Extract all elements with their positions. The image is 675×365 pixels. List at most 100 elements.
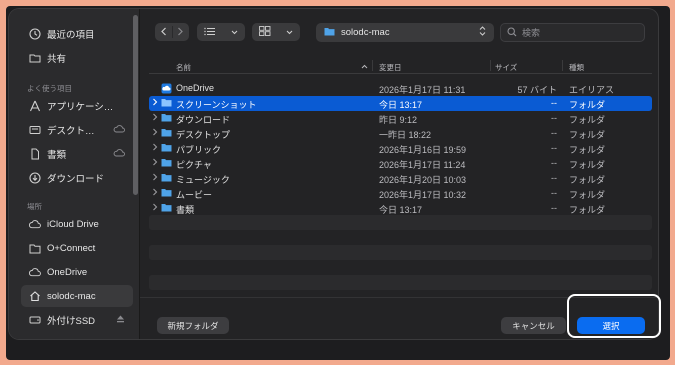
file-size: -- <box>551 158 557 168</box>
disclosure-chevron-icon[interactable] <box>152 173 160 183</box>
disclosure-chevron-icon[interactable] <box>152 98 160 108</box>
sidebar-item-recents[interactable]: 最近の項目 <box>21 23 133 45</box>
folder-icon <box>161 173 172 183</box>
empty-row <box>149 245 652 260</box>
back-forward-buttons <box>155 23 189 41</box>
file-row[interactable]: デスクトップ 一昨日 18:22 -- フォルダ <box>149 126 652 141</box>
sidebar-item-documents[interactable]: 書類 <box>21 143 133 165</box>
eject-icon[interactable] <box>116 315 125 325</box>
file-row[interactable]: ミュージック 2026年1月20日 10:03 -- フォルダ <box>149 171 652 186</box>
file-kind: エイリアス <box>569 85 615 95</box>
clock-icon <box>29 28 41 40</box>
desktop-icon <box>29 124 41 136</box>
forward-icon[interactable] <box>172 27 189 38</box>
file-kind: フォルダ <box>569 190 606 200</box>
file-size: -- <box>551 188 557 198</box>
column-header-kind[interactable]: 種類 <box>569 62 584 73</box>
sidebar-scrollbar[interactable] <box>133 15 138 195</box>
sidebar-item-applications[interactable]: アプリケーシ… <box>21 95 133 117</box>
file-size: -- <box>551 173 557 183</box>
file-modified: 今日 13:17 <box>379 205 423 215</box>
updown-chevron-icon <box>479 26 486 39</box>
sidebar: 最近の項目 共有 よく使う項目 アプリケーシ… デスクト… 書類 ダウンロード … <box>9 9 140 339</box>
sidebar-section-favorites: よく使う項目 <box>27 84 72 93</box>
sidebar-item-shared[interactable]: 共有 <box>21 47 133 69</box>
column-header-row: 名前 変更日 サイズ 種類 <box>149 57 652 74</box>
column-header-name[interactable]: 名前 <box>176 62 191 73</box>
file-row[interactable]: 書類 今日 13:17 -- フォルダ <box>149 201 652 216</box>
highlight-box <box>567 294 661 338</box>
folder-icon <box>161 113 172 123</box>
file-kind: フォルダ <box>569 160 606 170</box>
file-row[interactable]: OneDrive 2026年1月17日 11:31 57 バイト エイリアス <box>149 81 652 96</box>
column-header-size[interactable]: サイズ <box>495 62 517 73</box>
cancel-button[interactable]: キャンセル <box>501 317 566 334</box>
sidebar-item-label: 最近の項目 <box>47 30 95 41</box>
sidebar-item-desktop[interactable]: デスクト… <box>21 119 133 141</box>
sidebar-item-label: アプリケーシ… <box>47 102 114 113</box>
disclosure-chevron-icon[interactable] <box>152 113 160 123</box>
file-size: -- <box>551 143 557 153</box>
grid-view-button[interactable] <box>252 23 300 41</box>
sidebar-item-external-ssd[interactable]: 外付けSSD <box>21 309 133 331</box>
file-modified: 2026年1月17日 11:31 <box>379 85 466 95</box>
cloud-icon <box>29 218 41 230</box>
chevron-down-icon <box>286 27 293 37</box>
location-popup[interactable]: solodc-mac <box>316 23 494 42</box>
search-icon <box>507 26 517 39</box>
folder-icon <box>161 98 172 108</box>
column-header-modified[interactable]: 変更日 <box>379 62 402 73</box>
sidebar-item-oconnect[interactable]: O+Connect <box>21 237 133 259</box>
file-row[interactable]: スクリーンショット 今日 13:17 -- フォルダ <box>149 96 652 111</box>
file-kind: フォルダ <box>569 130 606 140</box>
file-row[interactable]: ムービー 2026年1月17日 10:32 -- フォルダ <box>149 186 652 201</box>
file-name: ダウンロード <box>176 115 231 125</box>
file-size: -- <box>551 203 557 213</box>
file-kind: フォルダ <box>569 145 606 155</box>
search-field[interactable]: 検索 <box>500 23 645 42</box>
sidebar-item-home[interactable]: solodc-mac <box>21 285 133 307</box>
back-icon[interactable] <box>155 27 172 38</box>
file-modified: 昨日 9:12 <box>379 115 418 125</box>
shared-folder-icon <box>29 52 41 64</box>
sidebar-item-icloud-drive[interactable]: iCloud Drive <box>21 213 133 235</box>
file-name: デスクトップ <box>176 130 231 140</box>
open-file-dialog: 最近の項目 共有 よく使う項目 アプリケーシ… デスクト… 書類 ダウンロード … <box>9 9 658 339</box>
file-modified: 2026年1月17日 11:24 <box>379 160 466 170</box>
file-name: 書類 <box>176 205 195 215</box>
folder-icon <box>161 188 172 198</box>
file-modified: 2026年1月17日 10:32 <box>379 190 467 200</box>
file-name: パブリック <box>176 145 222 155</box>
chevron-down-icon <box>231 27 238 37</box>
new-folder-button[interactable]: 新規フォルダ <box>157 317 229 334</box>
disclosure-chevron-icon[interactable] <box>152 188 160 198</box>
file-kind: フォルダ <box>569 205 606 215</box>
sidebar-item-onedrive[interactable]: OneDrive <box>21 261 133 283</box>
icloud-status-icon <box>113 125 125 135</box>
file-row[interactable]: パブリック 2026年1月16日 19:59 -- フォルダ <box>149 141 652 156</box>
disclosure-chevron-icon[interactable] <box>152 143 160 153</box>
sidebar-item-label: 外付けSSD <box>47 316 96 327</box>
file-kind: フォルダ <box>569 100 606 110</box>
folder-icon <box>324 27 335 39</box>
file-modified: 2026年1月16日 19:59 <box>379 145 467 155</box>
download-icon <box>29 172 41 184</box>
list-view-button[interactable] <box>197 23 245 41</box>
file-row[interactable]: ピクチャ 2026年1月17日 11:24 -- フォルダ <box>149 156 652 171</box>
disclosure-chevron-icon[interactable] <box>152 203 160 213</box>
file-modified: 今日 13:17 <box>379 100 423 110</box>
disclosure-chevron-icon[interactable] <box>152 128 160 138</box>
grid-view-icon <box>259 26 271 38</box>
document-icon <box>29 148 41 160</box>
file-kind: フォルダ <box>569 175 606 185</box>
sidebar-item-downloads[interactable]: ダウンロード <box>21 167 133 189</box>
sidebar-item-label: 書類 <box>47 150 67 161</box>
location-popup-label: solodc-mac <box>341 27 390 38</box>
sidebar-item-label: OneDrive <box>47 266 88 278</box>
disclosure-chevron-icon[interactable] <box>152 158 160 168</box>
icloud-status-icon <box>113 149 125 159</box>
sidebar-item-label: 共有 <box>47 54 67 65</box>
folder-icon <box>161 158 172 168</box>
file-name: ミュージック <box>176 175 230 185</box>
file-row[interactable]: ダウンロード 昨日 9:12 -- フォルダ <box>149 111 652 126</box>
